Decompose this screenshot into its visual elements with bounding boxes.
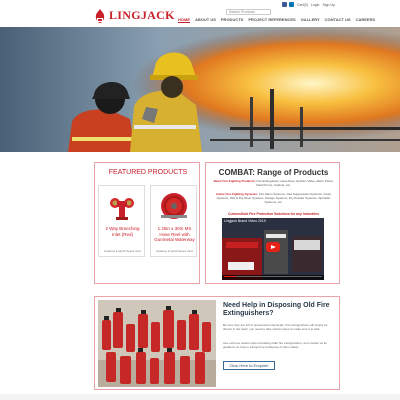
signup-link[interactable]: Sign Up	[322, 3, 334, 7]
disposal-paragraph: Use extreme caution when handling older …	[223, 341, 328, 350]
combat-active-systems: Active Fire-Fighting Systems: Fire Alarm…	[211, 192, 336, 205]
firefighters-hero-image	[0, 27, 400, 152]
facebook-icon[interactable]	[282, 2, 287, 7]
video-title: Lingjack Brand Video 2019	[224, 219, 266, 223]
combat-cta-link[interactable]: CustomGold Fire Protection Solutions for…	[211, 212, 336, 216]
social-icons	[282, 2, 294, 7]
product-name[interactable]: 2 Way Breeching Inlet (Red)	[101, 226, 144, 237]
video-progress-track[interactable]	[224, 276, 322, 277]
product-specs-link[interactable]: Features & Quick Specs View	[153, 249, 196, 253]
brand-logo[interactable]: LINGJACK	[94, 8, 175, 23]
nav-project-references[interactable]: PROJECT REFERENCES	[248, 17, 295, 23]
nav-contact[interactable]: CONTACT US	[325, 17, 351, 23]
hose-reel-image	[161, 193, 187, 219]
disposal-panel: Need Help in Disposing Old Fire Extingui…	[94, 296, 340, 390]
disposal-title: Need Help in Disposing Old Fire Extingui…	[223, 302, 330, 317]
combat-range-panel: COMBAT: Range of Products Basic Fire-Fig…	[205, 162, 340, 284]
login-link[interactable]: Login	[311, 3, 320, 7]
hero-banner	[0, 27, 400, 152]
video-controls[interactable]	[222, 275, 324, 280]
product-card[interactable]: 2 Way Breeching Inlet (Red) Features & Q…	[98, 185, 145, 257]
play-icon[interactable]	[266, 242, 280, 252]
enquire-button[interactable]: Click Here to Enquire!	[223, 361, 275, 370]
combat-basic-products: Basic Fire-Fighting Products: Fire Extin…	[211, 179, 336, 187]
nav-products[interactable]: PRODUCTS	[221, 17, 243, 23]
site-header: LINGJACK Cart(0) Login Sign Up Search Pr…	[0, 0, 400, 28]
product-card[interactable]: 1.25in x 30m MS Hose Reel with Gunmetal …	[150, 185, 197, 257]
account-bar: Cart(0) Login Sign Up	[282, 2, 335, 7]
brand-name: LINGJACK	[109, 8, 175, 22]
breeching-inlet-image	[110, 198, 134, 220]
combat-title: COMBAT: Range of Products	[218, 168, 329, 177]
search-input[interactable]: Search Products	[226, 9, 271, 15]
product-name[interactable]: 1.25in x 30m MS Hose Reel with Gunmetal …	[153, 226, 196, 243]
nav-gallery[interactable]: GALLERY	[301, 17, 320, 23]
combat-basic-label[interactable]: Basic Fire-Fighting Products:	[214, 179, 256, 183]
brand-video-player[interactable]: Lingjack Brand Video 2019	[222, 218, 324, 280]
nav-about[interactable]: ABOUT US	[195, 17, 216, 23]
linkedin-icon[interactable]	[289, 2, 294, 7]
disposal-paragraph: Be sure they are full of pressurized che…	[223, 323, 328, 332]
old-extinguishers-image	[98, 300, 216, 387]
featured-products-title: FEATURED PRODUCTS	[108, 169, 188, 176]
combat-basic-text: Fire Extinguisher, Hose Reel, Hydrant Va…	[256, 179, 334, 188]
featured-products-panel: FEATURED PRODUCTS 2 Way Breeching Inlet …	[94, 162, 200, 284]
main-nav: HOME ABOUT US PRODUCTS PROJECT REFERENCE…	[178, 17, 375, 23]
product-specs-link[interactable]: Features & Quick Specs View	[101, 249, 144, 253]
extinguishers-photo	[98, 300, 216, 387]
footer-strip	[0, 394, 400, 400]
cart-link[interactable]: Cart(0)	[297, 3, 308, 7]
video-progress-fill	[224, 276, 236, 277]
nav-careers[interactable]: CAREERS	[356, 17, 376, 23]
nav-home[interactable]: HOME	[178, 17, 190, 23]
flame-logo-icon	[95, 8, 105, 23]
